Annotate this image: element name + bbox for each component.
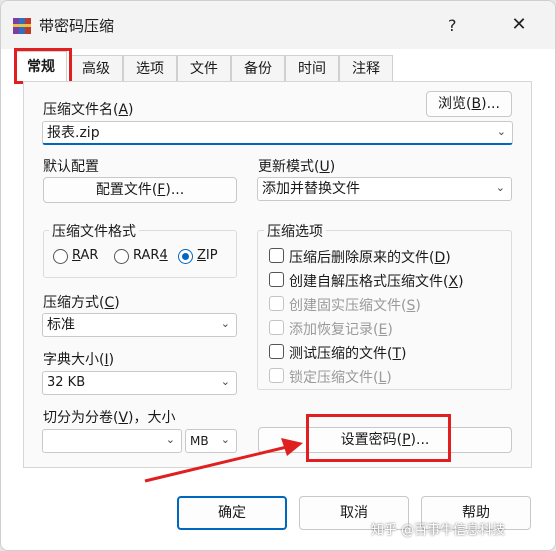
archive-name-value: 报表.zip — [47, 125, 100, 141]
profile-label: 默认配置 — [43, 159, 99, 175]
tab-comment[interactable]: 注释 — [339, 55, 393, 81]
chevron-down-icon: ⌄ — [220, 374, 230, 388]
checkbox-solid-archive — [269, 296, 284, 311]
tab-options[interactable]: 选项 — [123, 55, 177, 81]
watermark-text: 知乎 @百事牛信息科技 — [371, 523, 506, 538]
archiving-options-title: 压缩选项 — [264, 221, 326, 241]
tab-files[interactable]: 文件 — [177, 55, 231, 81]
title-bar: 带密码压缩 ? ✕ — [1, 1, 555, 49]
annotation-arrow-icon — [144, 438, 303, 483]
radio-rar4[interactable] — [114, 249, 129, 264]
ok-button[interactable]: 确定 — [177, 496, 287, 530]
recovery-record-label: 添加恢复记录(E) — [289, 322, 393, 338]
checkbox-recovery-record — [269, 320, 284, 335]
checkbox-delete-after[interactable] — [269, 248, 284, 263]
update-mode-label: 更新模式(U) — [258, 159, 336, 175]
profiles-button[interactable]: 配置文件(F)... — [43, 177, 237, 203]
chevron-down-icon: ⌄ — [495, 180, 505, 194]
delete-after-label: 压缩后删除原来的文件(D) — [289, 250, 451, 266]
dialog-window: 带密码压缩 ? ✕ 常规 高级 选项 文件 备份 时间 注释 压缩文件名(A) … — [0, 0, 556, 551]
dictionary-size-value: 32 KB — [47, 375, 86, 390]
help-icon[interactable]: ? — [448, 16, 457, 35]
tab-time[interactable]: 时间 — [285, 55, 339, 81]
checkbox-lock-archive — [269, 368, 284, 383]
lock-archive-label: 锁定压缩文件(L) — [289, 370, 392, 386]
chevron-down-icon[interactable]: ⌄ — [497, 120, 506, 142]
solid-archive-label: 创建固实压缩文件(S) — [289, 298, 421, 314]
radio-rar-label: RAR — [72, 248, 99, 263]
archive-format-title: 压缩文件格式 — [49, 221, 139, 241]
tab-advanced[interactable]: 高级 — [69, 55, 123, 81]
update-mode-select[interactable]: 添加并替换文件 ⌄ — [257, 177, 512, 201]
compression-method-label: 压缩方式(C) — [43, 295, 120, 311]
update-mode-value: 添加并替换文件 — [262, 181, 360, 197]
checkbox-create-sfx[interactable] — [269, 272, 284, 287]
compression-method-value: 标准 — [47, 317, 75, 333]
radio-rar4-label: RAR4 — [133, 248, 168, 263]
radio-zip[interactable] — [178, 249, 193, 264]
tab-backup[interactable]: 备份 — [231, 55, 285, 81]
close-icon[interactable]: ✕ — [501, 11, 537, 39]
window-title: 带密码压缩 — [39, 17, 115, 35]
create-sfx-label: 创建自解压格式压缩文件(X) — [289, 274, 464, 290]
archive-name-label: 压缩文件名(A) — [43, 102, 134, 118]
browse-button[interactable]: 浏览(B)... — [426, 91, 512, 117]
compression-method-select[interactable]: 标准 ⌄ — [42, 313, 237, 337]
radio-zip-label: ZIP — [197, 248, 218, 263]
archive-name-input[interactable]: 报表.zip ⌄ — [42, 121, 513, 145]
checkbox-test-files[interactable] — [269, 344, 284, 359]
winrar-app-icon — [13, 18, 31, 34]
dictionary-size-label: 字典大小(I) — [43, 352, 115, 368]
test-files-label: 测试压缩的文件(T) — [289, 346, 407, 362]
tab-general[interactable]: 常规 — [15, 51, 67, 81]
chevron-down-icon: ⌄ — [220, 316, 230, 330]
radio-rar[interactable] — [53, 249, 68, 264]
dictionary-size-select[interactable]: 32 KB ⌄ — [42, 371, 237, 395]
split-volumes-label: 切分为分卷(V)，大小 — [43, 410, 176, 426]
